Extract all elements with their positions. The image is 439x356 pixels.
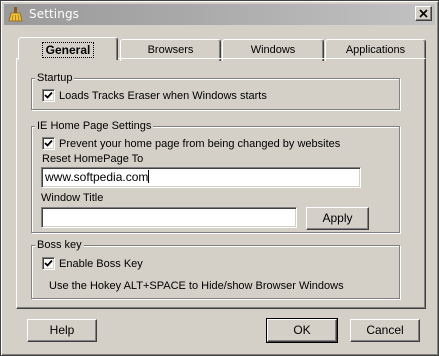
help-button-label: Help: [49, 323, 75, 337]
enable-boss-key-label: Enable Boss Key: [59, 258, 143, 270]
checkmark-icon: [44, 91, 53, 99]
text-caret: [148, 170, 150, 183]
startup-group-title: Startup: [35, 71, 75, 85]
tab-general[interactable]: General: [18, 37, 118, 60]
prevent-change-checkbox[interactable]: [42, 137, 55, 150]
broom-icon: [8, 7, 23, 22]
ie-home-group-title: IE Home Page Settings: [35, 119, 154, 133]
window-title-label: Window Title: [41, 192, 104, 204]
checkmark-icon: [44, 259, 53, 267]
reset-homepage-input[interactable]: www.softpedia.com: [41, 167, 361, 188]
tab-general-label: General: [41, 42, 95, 58]
cancel-button-label: Cancel: [366, 323, 404, 337]
checkmark-icon: [44, 139, 53, 147]
cancel-button[interactable]: Cancel: [350, 319, 420, 342]
reset-homepage-label: Reset HomePage To: [42, 153, 144, 165]
boss-key-hint: Use the Hokey ALT+SPACE to Hide/show Bro…: [49, 280, 344, 292]
reset-homepage-value: www.softpedia.com: [45, 170, 149, 184]
boss-key-group-title: Boss key: [35, 238, 84, 252]
prevent-change-label: Prevent your home page from being change…: [59, 138, 341, 150]
load-on-start-label: Loads Tracks Eraser when Windows starts: [59, 90, 267, 102]
boss-key-group: Boss key Enable Boss Key Use the Hokey A…: [31, 238, 400, 299]
close-icon: [419, 9, 428, 18]
apply-button-label: Apply: [322, 211, 353, 225]
ok-button[interactable]: OK: [266, 318, 338, 343]
startup-group: Startup Loads Tracks Eraser when Windows…: [31, 71, 400, 110]
window-title: Settings: [29, 7, 80, 21]
load-on-start-checkbox[interactable]: [42, 89, 55, 102]
help-button[interactable]: Help: [27, 319, 97, 342]
close-button[interactable]: [415, 6, 432, 21]
tab-windows-label: Windows: [250, 44, 296, 56]
tab-browsers-label: Browsers: [147, 44, 194, 56]
tab-applications-label: Applications: [345, 44, 406, 56]
settings-window: Settings General Browsers Windows Applic…: [0, 0, 439, 356]
title-bar[interactable]: Settings: [4, 4, 435, 25]
window-title-input[interactable]: [41, 207, 297, 228]
apply-button[interactable]: Apply: [306, 207, 369, 230]
ok-button-label: OK: [293, 323, 311, 337]
enable-boss-key-checkbox[interactable]: [42, 257, 55, 270]
